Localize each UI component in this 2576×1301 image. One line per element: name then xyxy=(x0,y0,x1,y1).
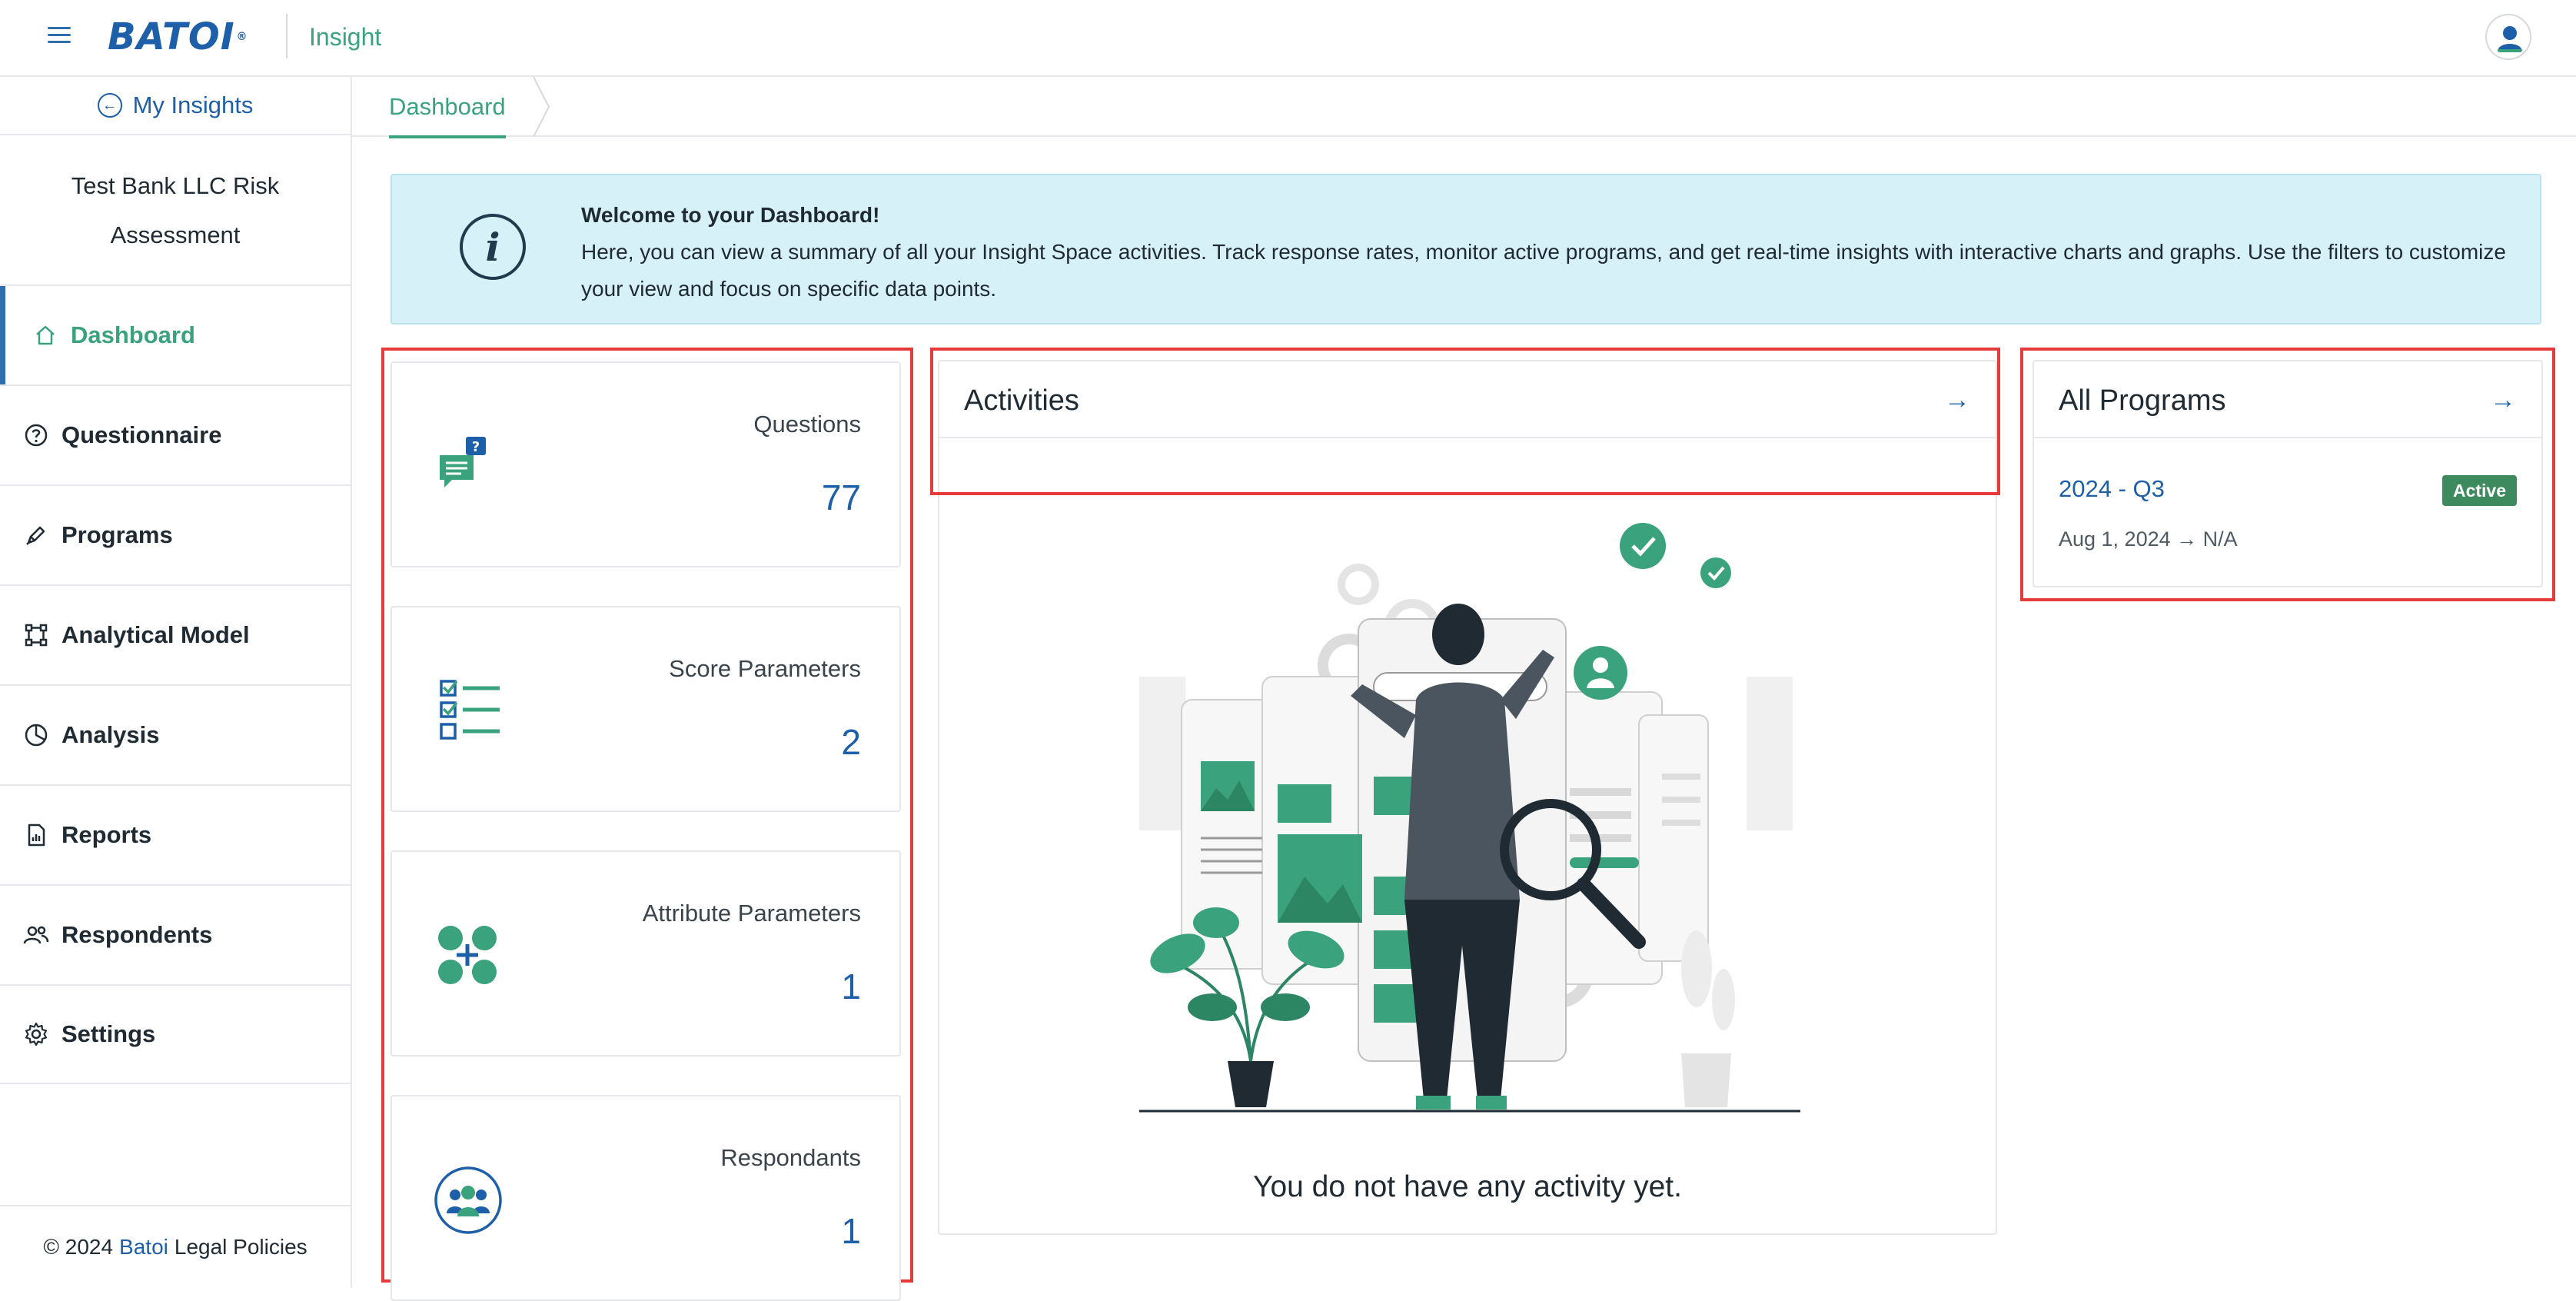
sidebar-item-respondents[interactable]: Respondents xyxy=(0,884,351,984)
stat-value: 2 xyxy=(841,722,861,762)
back-link-label: My Insights xyxy=(132,92,254,118)
batoi-link[interactable]: Batoi xyxy=(119,1235,168,1259)
insight-space-name: Test Bank LLC Risk Assessment xyxy=(71,172,280,248)
pen-icon xyxy=(23,522,49,548)
stat-label: Attribute Parameters xyxy=(642,900,861,927)
sidebar-item-label: Respondents xyxy=(61,921,213,948)
sidebar-item-questionnaire[interactable]: Questionnaire xyxy=(0,384,351,484)
sidebar-item-label: Settings xyxy=(61,1020,156,1047)
app-name: Insight xyxy=(309,23,382,51)
breadcrumb-chevron xyxy=(533,77,550,137)
sidebar-item-settings[interactable]: Settings xyxy=(0,984,351,1084)
sidebar-item-programs[interactable]: Programs xyxy=(0,484,351,584)
stat-card-respondants[interactable]: Respondants 1 xyxy=(391,1095,901,1301)
sidebar-item-label: Reports xyxy=(61,821,152,848)
stat-card-attribute-parameters[interactable]: Attribute Parameters 1 xyxy=(391,850,901,1056)
activities-highlight-box xyxy=(930,348,2000,495)
top-bar: BATOI ® Insight xyxy=(0,0,2576,77)
svg-text:?: ? xyxy=(472,439,480,455)
stat-label: Respondants xyxy=(720,1144,861,1171)
stat-value: 1 xyxy=(841,967,861,1007)
stat-value: 77 xyxy=(821,477,861,517)
respondents-group-icon xyxy=(434,1166,502,1234)
sidebar-item-label: Analysis xyxy=(61,721,160,748)
attributes-icon xyxy=(438,926,497,984)
user-icon xyxy=(2498,26,2522,52)
back-to-my-insights-link[interactable]: ← My Insights xyxy=(0,77,351,135)
banner-text: Here, you can view a summary of all your… xyxy=(581,240,2506,301)
logo-divider xyxy=(286,14,288,58)
banner-title: Welcome to your Dashboard! xyxy=(581,203,880,227)
help-circle-icon xyxy=(23,422,49,448)
tab-bar: Dashboard xyxy=(352,77,2576,138)
pie-chart-icon xyxy=(23,722,49,748)
user-avatar[interactable] xyxy=(2485,14,2531,60)
sidebar-footer: © 2024 Batoi Legal Policies xyxy=(0,1205,351,1288)
home-icon xyxy=(32,322,58,348)
sidebar-item-reports[interactable]: Reports xyxy=(0,784,351,884)
stat-value: 1 xyxy=(841,1211,861,1251)
stat-card-questions[interactable]: ? Questions 77 xyxy=(391,361,901,567)
programs-highlight-box xyxy=(2020,348,2555,601)
activities-empty-message: You do not have any activity yet. xyxy=(1253,1170,1682,1203)
questions-chat-icon: ? xyxy=(440,437,486,487)
copyright-text: © 2024 xyxy=(43,1235,114,1259)
users-icon xyxy=(23,922,49,948)
sidebar-item-dashboard[interactable]: Dashboard xyxy=(0,284,351,384)
sidebar-item-label: Programs xyxy=(61,521,173,548)
sidebar-item-label: Questionnaire xyxy=(61,421,222,448)
menu-icon[interactable] xyxy=(48,23,71,46)
info-icon: i xyxy=(460,214,526,280)
empty-activity-illustration xyxy=(1139,523,1800,1113)
model-icon xyxy=(23,622,49,648)
sidebar-item-analysis[interactable]: Analysis xyxy=(0,684,351,784)
report-icon xyxy=(23,822,49,848)
back-arrow-icon: ← xyxy=(97,93,122,118)
sidebar-item-label: Dashboard xyxy=(71,321,195,348)
sidebar-item-label: Analytical Model xyxy=(61,621,250,648)
sidebar-item-analytical-model[interactable]: Analytical Model xyxy=(0,584,351,684)
stat-label: Score Parameters xyxy=(669,655,861,682)
stat-label: Questions xyxy=(753,411,861,438)
legal-policies-link[interactable]: Legal Policies xyxy=(175,1235,307,1259)
sidebar: ← My Insights Test Bank LLC Risk Assessm… xyxy=(0,77,352,1288)
welcome-banner: i Welcome to your Dashboard! Here, you c… xyxy=(391,174,2541,324)
batoi-logo[interactable]: BATOI ® xyxy=(108,15,248,58)
checklist-icon xyxy=(440,680,500,740)
tab-dashboard[interactable]: Dashboard xyxy=(389,77,506,138)
sidebar-nav: Dashboard Questionnaire Programs Analyti… xyxy=(0,284,351,1084)
stat-card-score-parameters[interactable]: Score Parameters 2 xyxy=(391,606,901,812)
gear-icon xyxy=(23,1021,49,1047)
